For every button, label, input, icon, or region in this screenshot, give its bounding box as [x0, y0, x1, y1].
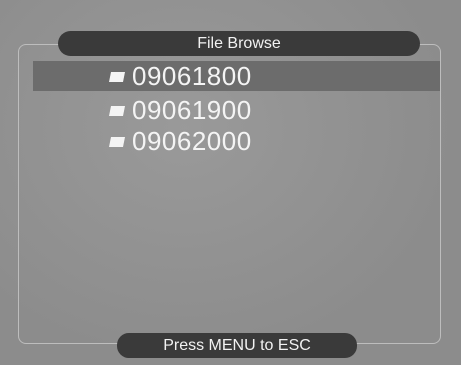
list-item-selected[interactable]: 09061800 [108, 61, 252, 91]
list-item-label: 09061800 [132, 60, 252, 91]
list-item-label: 09061900 [132, 94, 252, 125]
folder-icon [108, 71, 126, 83]
folder-icon [108, 136, 126, 148]
file-browse-screen: File Browse 09061800 09061900 09062000 P… [0, 0, 461, 365]
list-item[interactable]: 09062000 [108, 126, 252, 156]
file-list: 09061800 09061900 09062000 [0, 0, 461, 365]
folder-icon [108, 105, 126, 117]
list-item[interactable]: 09061900 [108, 95, 252, 125]
footer-hint: Press MENU to ESC [117, 333, 357, 358]
list-item-label: 09062000 [132, 125, 252, 156]
